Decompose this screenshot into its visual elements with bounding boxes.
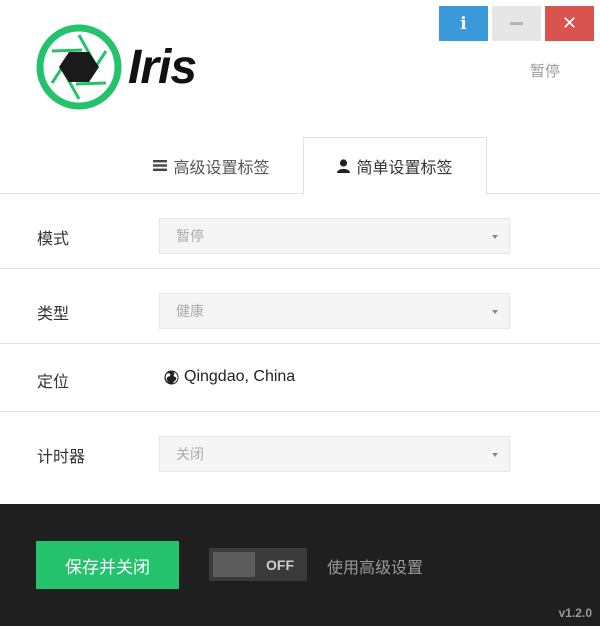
mode-value: 暂停	[176, 229, 204, 245]
toggle-state-label: OFF	[266, 556, 294, 573]
advanced-settings-toggle[interactable]: OFF	[209, 548, 307, 581]
type-select[interactable]: 健康	[159, 293, 510, 329]
type-label: 类型	[37, 304, 70, 323]
timer-label: 计时器	[37, 447, 86, 466]
timer-select[interactable]: 关闭	[159, 436, 510, 472]
footer-bar: 保存并关闭 OFF 使用高级设置 v1.2.0	[0, 504, 600, 626]
type-row: 类型 健康	[0, 269, 600, 344]
caret-down-icon	[492, 235, 498, 239]
type-value: 健康	[176, 304, 204, 320]
app-logo: Iris	[36, 24, 197, 110]
close-icon: ✕	[561, 13, 578, 34]
save-and-close-button[interactable]: 保存并关闭	[36, 541, 179, 589]
list-icon	[153, 159, 168, 172]
mode-row: 模式 暂停	[0, 194, 600, 269]
tab-advanced-settings[interactable]: 高级设置标签	[120, 137, 303, 194]
location-value: Qingdao, China	[184, 368, 296, 385]
tab-simple-settings[interactable]: 简单设置标签	[303, 137, 487, 195]
logo-text: Iris	[128, 40, 197, 94]
mode-label: 模式	[37, 229, 70, 248]
version-label: v1.2.0	[558, 606, 592, 620]
info-button[interactable]: i	[439, 6, 488, 41]
aperture-icon	[36, 24, 122, 110]
timer-value: 关闭	[176, 447, 204, 463]
tab-bar: 高级设置标签 简单设置标签	[0, 137, 600, 195]
status-text: 暂停	[530, 62, 561, 80]
close-button[interactable]: ✕	[545, 6, 594, 41]
window-controls: i ✕	[439, 6, 594, 41]
caret-down-icon	[492, 310, 498, 314]
timer-row: 计时器 关闭	[0, 412, 600, 504]
globe-icon	[164, 369, 179, 385]
mode-select[interactable]: 暂停	[159, 218, 510, 254]
location-value-group: Qingdao, China	[164, 368, 295, 386]
toggle-knob	[213, 552, 255, 577]
info-icon: i	[460, 13, 467, 34]
minimize-icon	[510, 22, 523, 25]
minimize-button[interactable]	[492, 6, 541, 41]
advanced-settings-label: 使用高级设置	[327, 558, 424, 577]
location-row: 定位 Qingdao, China	[0, 344, 600, 412]
caret-down-icon	[492, 453, 498, 457]
location-label: 定位	[37, 372, 70, 391]
tab-label: 高级设置标签	[173, 157, 270, 177]
tab-label: 简单设置标签	[356, 158, 453, 177]
user-icon	[337, 159, 351, 173]
